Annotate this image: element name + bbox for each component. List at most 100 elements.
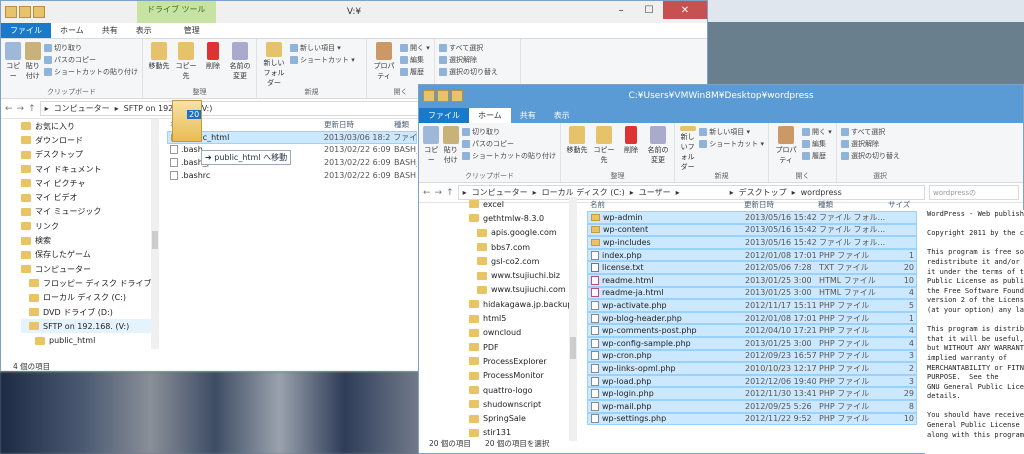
delete-button[interactable]: 削除 [201,42,225,88]
breadcrumb-item[interactable]: wordpress [801,188,842,197]
close-icon[interactable]: ✕ [663,1,707,19]
cut-button[interactable]: 切り取り [44,43,138,53]
tab-view[interactable]: 表示 [545,108,579,123]
new-folder-button[interactable]: 新しいフォルダー [679,126,696,172]
file-row[interactable]: wp-login.php 2012/11/30 13:41 PHP ファイル 29 [587,387,917,400]
nav-item[interactable]: DVD ドライブ (D:) [21,305,151,319]
edit-button[interactable]: 編集 [400,55,430,65]
col-date[interactable]: 更新日時 [321,119,391,130]
col-type[interactable]: 種類 [391,119,417,130]
nav-item[interactable]: gsl-co2.com [469,254,569,268]
file-row[interactable]: readme-ja.html 2013/01/25 3:00 HTML ファイル 4 [587,286,917,300]
nav-item[interactable]: SpringSale [469,411,569,425]
nav-item[interactable]: excel [469,197,569,211]
select-all-button[interactable]: すべて選択 [841,127,900,137]
nav-scrollbar[interactable] [151,119,159,349]
new-folder-button[interactable]: 新しいフォルダー [261,42,287,88]
invert-selection-button[interactable]: 選択の切り替え [439,67,498,77]
tab-file[interactable]: ファイル [1,23,51,38]
nav-item[interactable]: gethtmlw-8.3.0 [469,211,569,225]
tab-view[interactable]: 表示 [127,23,161,38]
new-item-button[interactable]: 新しい項目 ▾ [699,127,764,137]
quick-access-toolbar[interactable] [5,6,45,18]
nav-scrollbar[interactable] [569,197,577,441]
file-row[interactable]: .bashrc 2013/02/22 6:09 BASH [167,169,417,182]
nav-item[interactable]: ダウンロード [21,133,151,147]
file-row[interactable]: license.txt 2012/05/06 7:28 TXT ファイル 20 [587,261,917,274]
nav-item[interactable]: マイ ピクチャ [21,176,151,190]
forward-icon[interactable]: → [435,188,443,198]
shortcut-button[interactable]: ショートカット ▾ [290,55,355,65]
file-row[interactable]: wp-links-opml.php 2010/10/23 12:17 PHP ファイ… [587,362,917,375]
copy-to-button[interactable]: コピー先 [174,42,198,88]
tab-manage[interactable]: 管理 [175,23,209,38]
file-row[interactable]: wp-mail.php 2012/09/25 5:26 PHP ファイル 8 [587,399,917,413]
file-row[interactable]: wp-config-sample.php 2013/01/25 3:00 PHP フ… [587,336,917,350]
select-none-button[interactable]: 選択解除 [439,55,498,65]
nav-item[interactable]: shudownscript [469,397,569,411]
nav-item[interactable]: フロッピー ディスク ドライブ (A [21,276,151,290]
nav-item[interactable]: 保存したゲーム [21,248,151,262]
file-row[interactable]: wp-includes 2013/05/16 15:42 ファイル フォル... [587,236,917,249]
nav-item[interactable]: ProcessExplorer [469,354,569,368]
properties-button[interactable]: プロパティ [773,126,799,172]
new-item-button[interactable]: 新しい項目 ▾ [290,43,355,53]
nav-item[interactable]: コンピューター [21,262,151,276]
copy-path-button[interactable]: パスのコピー [462,139,556,149]
history-button[interactable]: 履歴 [400,67,430,77]
nav-item[interactable]: www.tsujiuchi.com [469,283,569,297]
file-row[interactable]: public_html 2013/03/06 18:20 ファイ [167,131,417,144]
nav-item[interactable]: マイ ドキュメント [21,162,151,176]
up-icon[interactable]: ↑ [446,188,454,198]
file-row[interactable]: wp-settings.php 2012/11/22 9:52 PHP ファイル 10 [587,412,917,426]
nav-item[interactable]: マイ ビデオ [21,190,151,204]
up-icon[interactable]: ↑ [28,104,36,114]
nav-item[interactable]: お気に入り [21,119,151,133]
copy-button[interactable]: コピー [5,42,22,88]
file-row[interactable]: wp-comments-post.php 2012/04/10 17:21 PHP … [587,324,917,337]
nav-item[interactable]: owncloud [469,326,569,340]
nav-item[interactable]: SFTP on 192.168. (V:) [21,319,151,334]
paste-button[interactable]: 貼り付け [24,42,42,88]
nav-item[interactable]: デスクトップ [21,148,151,162]
file-row[interactable]: wp-activate.php 2012/11/17 15:11 PHP ファイル 5 [587,299,917,312]
file-row[interactable]: index.php 2012/01/08 17:01 PHP ファイル 1 [587,248,917,262]
back-icon[interactable]: ← [5,104,13,114]
cut-button[interactable]: 切り取り [462,127,556,137]
copy-path-button[interactable]: パスのコピー [44,55,138,65]
invert-selection-button[interactable]: 選択の切り替え [841,151,900,161]
tab-share[interactable]: 共有 [511,108,545,123]
nav-item[interactable]: apis.google.com [469,226,569,240]
nav-item[interactable]: PDF [469,340,569,354]
quick-access-toolbar[interactable] [423,90,463,102]
back-icon[interactable]: ← [423,188,431,198]
paste-button[interactable]: 貼り付け [442,126,460,172]
copy-button[interactable]: コピー [423,126,440,172]
nav-item[interactable]: マイ ミュージック [21,205,151,219]
paste-shortcut-button[interactable]: ショートカットの貼り付け [462,151,556,161]
history-button[interactable]: 履歴 [802,151,832,161]
nav-item[interactable]: リンク [21,219,151,233]
edit-button[interactable]: 編集 [802,139,832,149]
nav-item[interactable]: ProcessMonitor [469,369,569,383]
select-all-button[interactable]: すべて選択 [439,43,498,53]
delete-button[interactable]: 削除 [619,126,643,172]
file-row[interactable]: wp-content 2013/05/16 15:42 ファイル フォル... [587,223,917,237]
open-button[interactable]: 開く ▾ [400,43,430,53]
move-to-button[interactable]: 移動先 [147,42,171,88]
rename-button[interactable]: 名前の変更 [228,42,252,88]
col-date[interactable]: 更新日時 [741,199,815,210]
shortcut-button[interactable]: ショートカット ▾ [699,139,764,149]
nav-item[interactable]: www.tsujiuchi.biz [469,268,569,282]
file-row[interactable]: wp-admin 2013/05/16 15:42 ファイル フォル... [587,211,917,224]
col-type[interactable]: 種類 [815,199,885,210]
col-size[interactable]: サイズ [885,199,917,210]
forward-icon[interactable]: → [17,104,25,114]
tab-share[interactable]: 共有 [93,23,127,38]
select-none-button[interactable]: 選択解除 [841,139,900,149]
breadcrumb-item[interactable]: コンピューター [54,103,110,114]
tab-home[interactable]: ホーム [51,23,93,38]
nav-item[interactable]: html5 [469,311,569,325]
open-button[interactable]: 開く ▾ [802,127,832,137]
nav-item[interactable]: bbs7.com [469,240,569,254]
